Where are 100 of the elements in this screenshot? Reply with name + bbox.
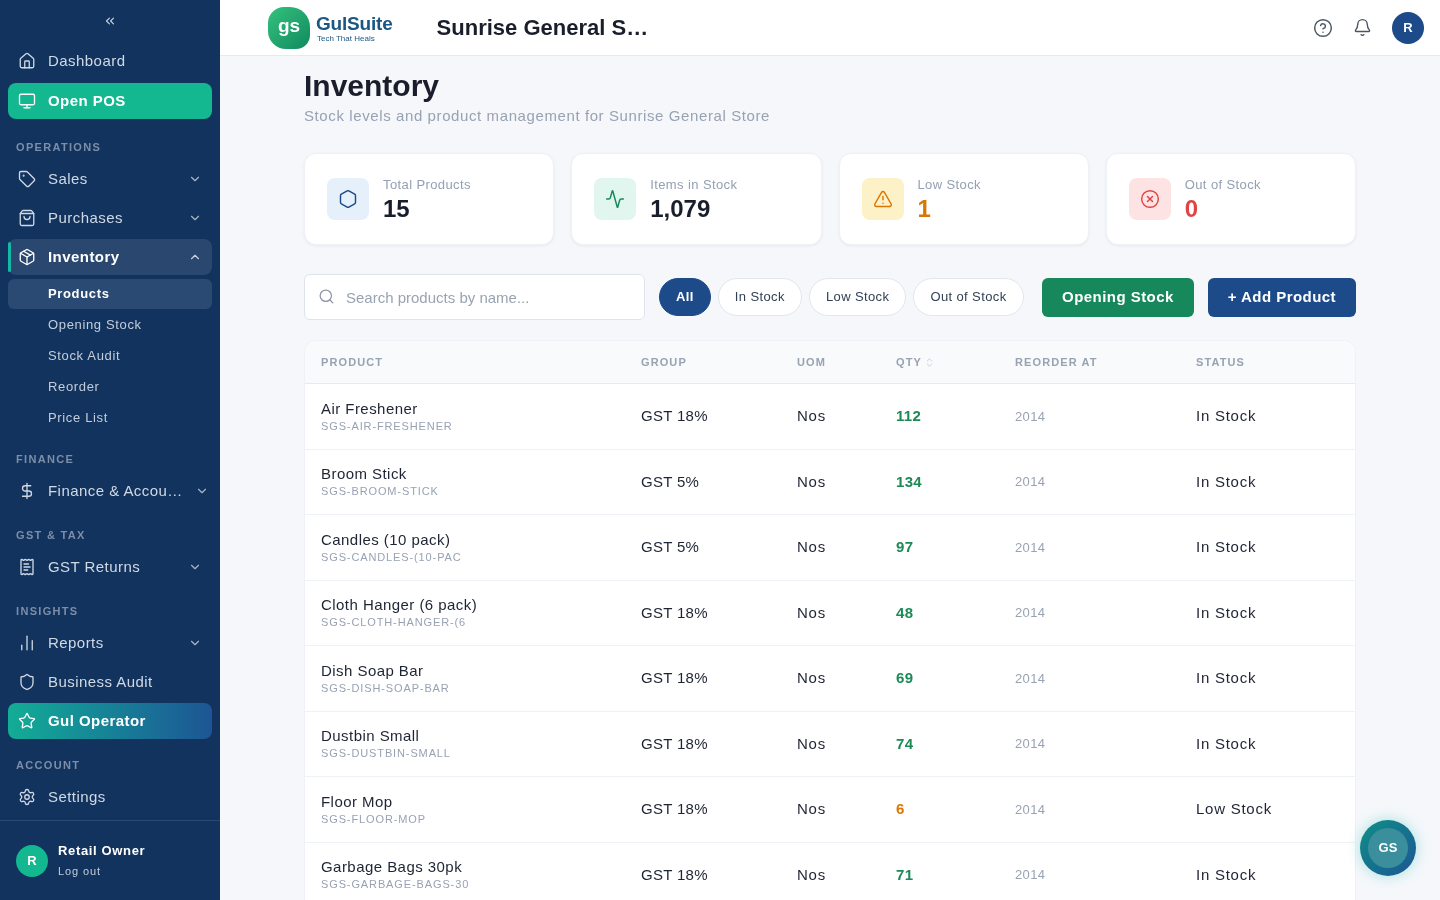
tag-icon xyxy=(18,170,36,188)
column-header: GROUP xyxy=(641,354,687,370)
product-sku: SGS-GARBAGE-BAGS-30 xyxy=(321,877,471,893)
sidebar-nav-item[interactable]: Purchases xyxy=(8,200,212,236)
sidebar-sub-item[interactable]: Reorder xyxy=(8,372,212,402)
product-sku: SGS-CLOTH-HANGER-(6 xyxy=(321,615,468,631)
sidebar-sub-item[interactable]: Products xyxy=(8,279,212,309)
status-cell-text: In Stock xyxy=(1196,406,1258,426)
filter-pill[interactable]: In Stock xyxy=(717,278,802,316)
sidebar-nav-item[interactable]: Sales xyxy=(8,161,212,197)
filter-pill[interactable]: Low Stock xyxy=(808,278,907,316)
stat-value: 0 xyxy=(1184,195,1200,223)
product-name: Cloth Hanger (6 pack) xyxy=(321,595,479,616)
stat-label: Out of Stock xyxy=(1184,176,1261,194)
status-cell-text: Low Stock xyxy=(1196,799,1273,819)
shopping-bag-icon xyxy=(18,209,36,227)
quantity-cell-text: 6 xyxy=(896,799,906,819)
sidebar-section-heading: ACCOUNT xyxy=(16,757,81,773)
sidebar-nav-item[interactable]: Settings xyxy=(8,779,212,815)
product-name: Broom Stick xyxy=(321,464,408,485)
brand-tagline: Tech That Heals xyxy=(316,33,376,43)
product-name: Candles (10 pack) xyxy=(321,529,452,550)
notifications-button[interactable] xyxy=(1353,18,1372,37)
filter-pill[interactable]: Out of Stock xyxy=(913,278,1024,316)
pulse-icon xyxy=(594,178,637,220)
quantity-cell-text: 74 xyxy=(896,733,915,754)
search-icon xyxy=(318,288,335,305)
stat-value: 15 xyxy=(383,195,411,223)
table-cell-text: GST 18% xyxy=(641,799,709,819)
product-sku: SGS-DUSTBIN-SMALL xyxy=(321,746,452,762)
column-header: QTY xyxy=(896,354,922,370)
sidebar-nav-item[interactable]: Dashboard xyxy=(8,43,212,79)
table-cell-text: 2014 xyxy=(1015,669,1047,688)
product-sku: SGS-AIR-FRESHENER xyxy=(321,418,454,434)
status-cell-text: In Stock xyxy=(1196,537,1258,557)
package-icon xyxy=(18,248,36,266)
action-button[interactable]: Opening Stock xyxy=(1042,277,1194,317)
action-button[interactable]: + Add Product xyxy=(1207,277,1356,317)
sidebar-nav-item[interactable]: Inventory xyxy=(8,239,212,275)
table-cell-text: Nos xyxy=(797,537,827,557)
user-name: Retail Owner xyxy=(58,842,146,859)
logout-link[interactable]: Log out xyxy=(58,862,146,879)
table-cell-text: 2014 xyxy=(1015,538,1047,557)
warning-icon xyxy=(861,178,904,220)
quantity-cell-text: 112 xyxy=(896,406,923,426)
filter-pill[interactable]: All xyxy=(659,278,711,316)
product-name: Dish Soap Bar xyxy=(321,660,425,681)
table-cell-text: 2014 xyxy=(1015,473,1047,491)
stat-label: Low Stock xyxy=(917,176,981,194)
shield-icon xyxy=(18,673,36,691)
product-sku: SGS-DISH-SOAP-BAR xyxy=(321,680,451,696)
table-cell-text: 2014 xyxy=(1015,800,1047,819)
sidebar-section-heading: FINANCE xyxy=(16,451,75,467)
sidebar-nav-item[interactable]: Reports xyxy=(8,625,212,661)
table-cell-text: GST 18% xyxy=(641,602,709,623)
sidebar-nav-item[interactable]: GST Returns xyxy=(8,549,212,585)
table-cell-text: GST 18% xyxy=(641,864,709,885)
product-name: Air Freshener xyxy=(321,398,419,419)
store-name: Sunrise General S… xyxy=(436,14,649,42)
stat-value: 1,079 xyxy=(650,195,712,223)
table-cell-text: 2014 xyxy=(1015,604,1047,622)
sidebar-section-heading: INSIGHTS xyxy=(16,603,79,619)
collapse-sidebar-button[interactable] xyxy=(103,14,117,28)
sidebar-section-heading: GST & TAX xyxy=(16,527,86,543)
page-subtitle: Stock levels and product management for Sunrise General Store xyxy=(304,106,771,126)
table-cell-text: Nos xyxy=(797,668,827,688)
status-cell-text: In Stock xyxy=(1196,733,1258,754)
table-cell-text: 2014 xyxy=(1015,407,1047,426)
help-button[interactable] xyxy=(1313,17,1333,38)
page-title: Inventory xyxy=(304,68,441,104)
bar-chart-icon xyxy=(18,634,36,652)
quantity-cell-text: 97 xyxy=(896,537,915,557)
sidebar-nav-item[interactable]: Gul Operator xyxy=(8,703,212,739)
sidebar-nav-item[interactable]: Finance & Accou… xyxy=(8,473,212,509)
logo-mark: gs xyxy=(268,6,310,49)
table-cell-text: GST 18% xyxy=(641,733,709,754)
product-name: Dustbin Small xyxy=(321,726,421,747)
monitor-icon xyxy=(18,92,36,110)
status-cell-text: In Stock xyxy=(1196,602,1258,623)
sidebar-sub-item[interactable]: Price List xyxy=(8,403,212,433)
column-header: UOM xyxy=(797,354,826,370)
quantity-cell-text: 69 xyxy=(896,668,915,688)
sidebar-nav-item[interactable]: Business Audit xyxy=(8,664,212,700)
table-cell-text: Nos xyxy=(797,799,827,819)
quantity-cell-text: 48 xyxy=(896,602,915,623)
product-sku: SGS-CANDLES-(10-PAC xyxy=(321,549,463,565)
quantity-cell-text: 134 xyxy=(896,471,923,492)
profile-avatar[interactable]: R xyxy=(1392,11,1424,44)
sidebar-sub-item[interactable]: Stock Audit xyxy=(8,341,212,371)
quantity-cell-text: 71 xyxy=(896,864,915,885)
assistant-button[interactable]: GS xyxy=(1360,820,1416,876)
sidebar-sub-item[interactable]: Opening Stock xyxy=(8,310,212,340)
table-cell-text: Nos xyxy=(797,471,827,492)
column-header: REORDER AT xyxy=(1015,354,1098,370)
column-header: STATUS xyxy=(1196,354,1245,370)
product-sku: SGS-BROOM-STICK xyxy=(321,484,440,500)
status-cell-text: In Stock xyxy=(1196,864,1258,885)
chevrons-left-icon xyxy=(103,14,117,28)
brand-name: GulSuite xyxy=(316,12,393,34)
search-field[interactable]: Search products by name... xyxy=(304,274,645,320)
